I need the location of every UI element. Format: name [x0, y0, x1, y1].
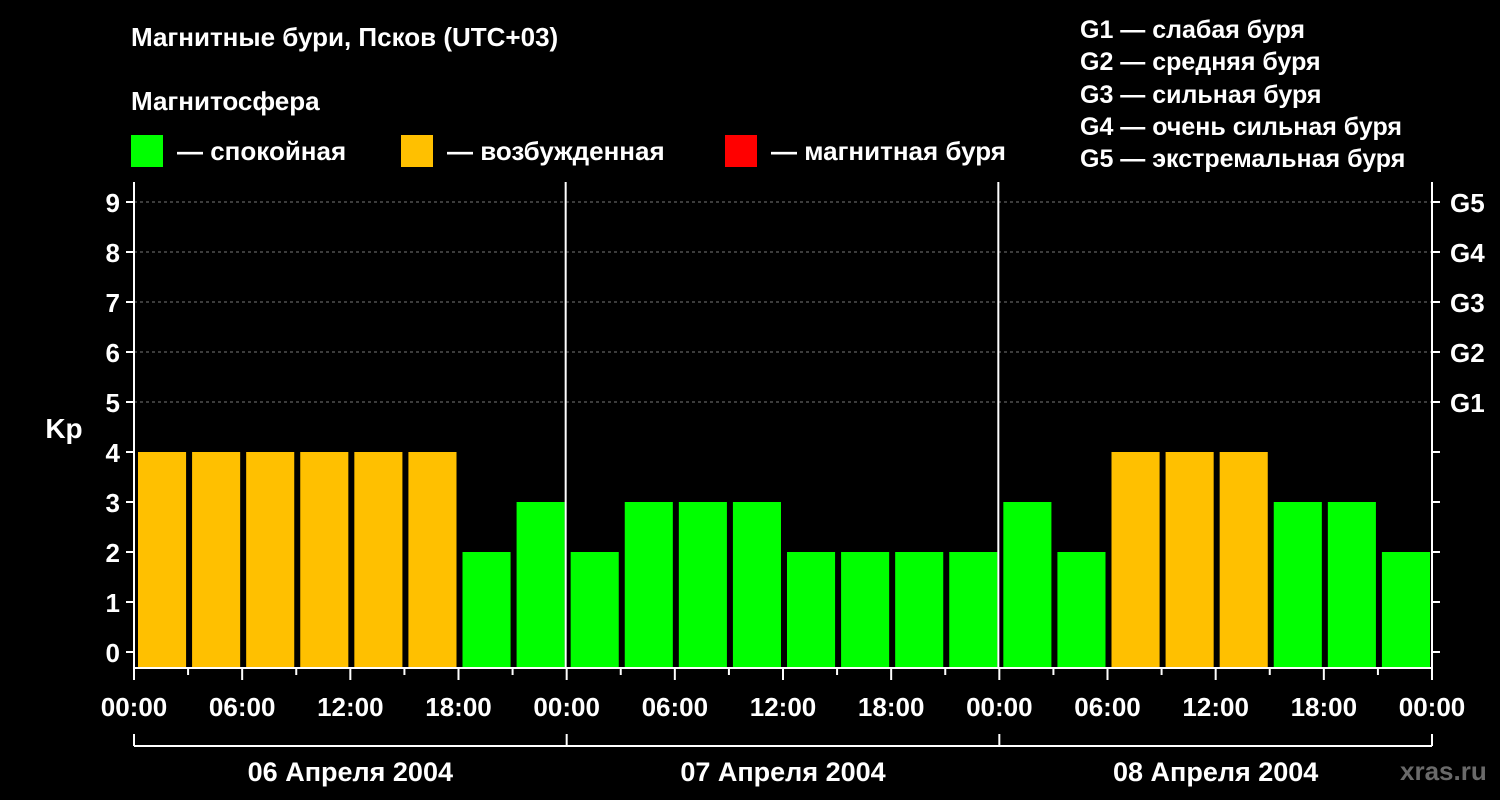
x-tick-label: 18:00	[425, 692, 492, 722]
x-tick-label: 00:00	[101, 692, 168, 722]
y-tick-label: 3	[106, 488, 120, 518]
kp-bar	[1003, 502, 1052, 668]
y-tick-label: 1	[106, 588, 120, 618]
kp-bar	[841, 552, 890, 668]
watermark: xras.ru	[1400, 756, 1487, 786]
kp-bar	[1327, 502, 1376, 668]
x-tick-label: 00:00	[1399, 692, 1466, 722]
x-tick-label: 18:00	[1291, 692, 1358, 722]
kp-bar	[732, 502, 781, 668]
g-tick-label: G5	[1450, 188, 1485, 218]
kp-bar	[354, 452, 403, 668]
g-tick-label: G1	[1450, 388, 1485, 418]
kp-bar	[1057, 552, 1106, 668]
x-tick-label: 00:00	[533, 692, 600, 722]
y-tick-label: 4	[106, 438, 121, 468]
x-tick-label: 06:00	[1074, 692, 1141, 722]
kp-bar-chart: 0 1 2 3 4 5 6 7 8 9 G1 G2 G3 G4 G5 Kp 00:00 06:00 12:00 18:…	[45, 182, 1485, 787]
y-tick-label: 9	[106, 188, 120, 218]
day-label: 06 Апреля 2004	[248, 757, 453, 787]
kp-bar	[787, 552, 836, 668]
kp-bar	[570, 552, 619, 668]
kp-bar	[624, 502, 673, 668]
y-tick-label: 6	[106, 338, 120, 368]
y-tick-label: 8	[106, 238, 120, 268]
kp-bar	[678, 502, 727, 668]
y-tick-label: 7	[106, 288, 120, 318]
y-tick-label: 2	[106, 538, 120, 568]
y-tick-label: 5	[106, 388, 120, 418]
kp-bar	[1219, 452, 1268, 668]
day-label: 07 Апреля 2004	[680, 757, 885, 787]
y-tick-label: 0	[106, 638, 120, 668]
g-tick-label: G4	[1450, 238, 1485, 268]
y-axis-label: Kp	[45, 413, 82, 444]
kp-bar	[192, 452, 241, 668]
kp-bar	[1381, 552, 1430, 668]
kp-bar	[138, 452, 187, 668]
kp-bar	[1111, 452, 1160, 668]
x-tick-label: 18:00	[858, 692, 925, 722]
x-tick-label: 12:00	[750, 692, 817, 722]
x-tick-label: 00:00	[966, 692, 1033, 722]
x-tick-label: 12:00	[1182, 692, 1249, 722]
kp-bar	[895, 552, 944, 668]
kp-bar	[949, 552, 998, 668]
x-tick-label: 06:00	[642, 692, 709, 722]
kp-bar	[408, 452, 457, 668]
kp-bar	[246, 452, 295, 668]
kp-bar	[516, 502, 565, 668]
x-tick-label: 12:00	[317, 692, 384, 722]
kp-bar	[1273, 502, 1322, 668]
kp-bar	[300, 452, 349, 668]
x-tick-label: 06:00	[209, 692, 276, 722]
g-tick-label: G2	[1450, 338, 1485, 368]
day-label: 08 Апреля 2004	[1113, 757, 1318, 787]
g-tick-label: G3	[1450, 288, 1485, 318]
kp-bar	[462, 552, 511, 668]
kp-bar	[1165, 452, 1214, 668]
